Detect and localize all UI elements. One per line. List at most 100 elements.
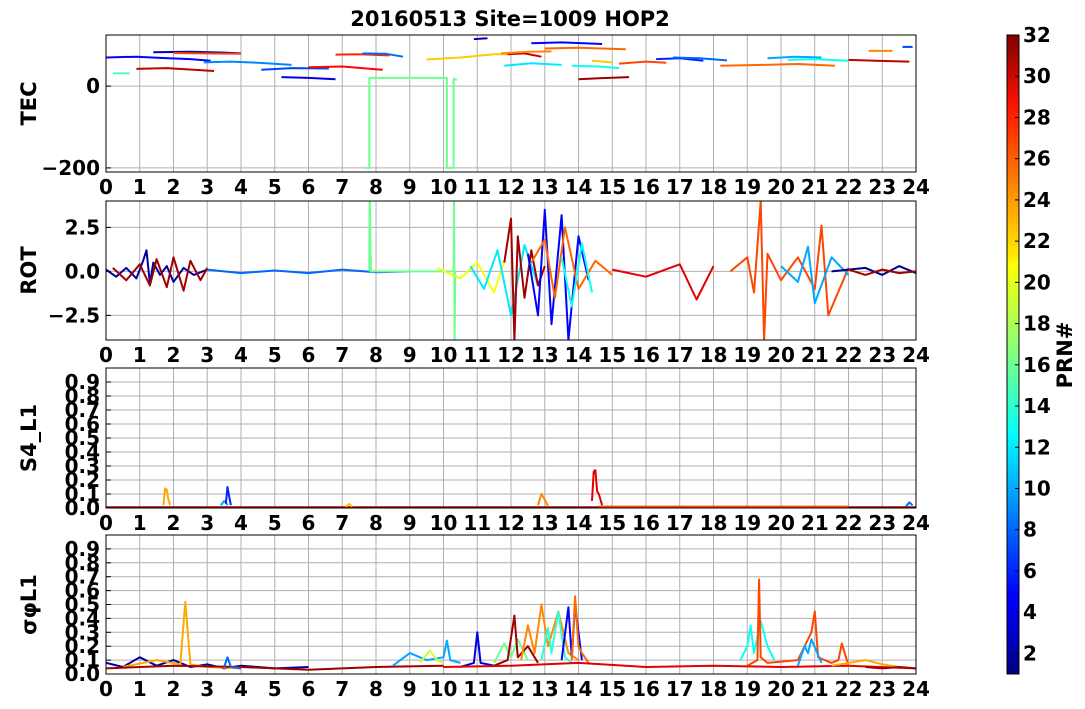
x-tick-label: 6 [302, 175, 316, 199]
series-prn-31 [865, 666, 916, 670]
x-tick-label: 21 [801, 677, 829, 701]
x-tick-label: 17 [666, 677, 694, 701]
x-tick-label: 6 [302, 343, 316, 367]
x-tick-label: 20 [767, 175, 795, 199]
x-tick-label: 0 [99, 511, 113, 535]
x-tick-label: 13 [531, 511, 559, 535]
x-tick-label: 15 [598, 511, 626, 535]
x-tick-label: 10 [430, 175, 458, 199]
colorbar-tick-label: 30 [1023, 64, 1051, 88]
x-tick-label: 12 [497, 511, 525, 535]
y-axis-label: S4_L1 [17, 404, 41, 472]
x-tick-label: 15 [598, 175, 626, 199]
panels: 0 1 2 3 4 5 6 7 8 9 10 11 12 13 14 15 16 17 18 19 20 21 22 23 24… [17, 34, 930, 701]
x-tick-label: 20 [767, 677, 795, 701]
x-tick-label: 23 [868, 175, 896, 199]
x-tick-label: 0 [99, 677, 113, 701]
x-tick-label: 12 [497, 677, 525, 701]
y-tick-label: −2.5 [48, 303, 100, 327]
x-tick-label: 9 [403, 343, 417, 367]
x-tick-label: 16 [632, 511, 660, 535]
y-tick-label: 0.0 [65, 259, 100, 283]
x-tick-label: 9 [403, 511, 417, 535]
x-tick-label: 10 [430, 511, 458, 535]
x-tick-label: 7 [335, 175, 349, 199]
x-tick-label: 1 [133, 677, 147, 701]
x-tick-label: 24 [902, 343, 930, 367]
x-tick-label: 2 [167, 343, 181, 367]
colorbar: 2468101214161820222426283032 PRN# [1006, 23, 1077, 675]
x-tick-label: 9 [403, 175, 417, 199]
x-tick-label: 19 [733, 511, 761, 535]
x-tick-label: 10 [430, 677, 458, 701]
x-tick-label: 23 [868, 343, 896, 367]
x-tick-label: 21 [801, 175, 829, 199]
x-tick-label: 3 [200, 175, 214, 199]
figure-canvas: 20160513 Site=1009 HOP2 0 1 2 3 4 5 6 7 8 9 10 11 12… [17, 7, 1077, 701]
x-tick-label: 11 [463, 511, 491, 535]
colorbar-tick-label: 12 [1023, 435, 1051, 459]
x-tick-label: 14 [565, 175, 593, 199]
x-tick-label: 2 [167, 175, 181, 199]
x-tick-label: 0 [99, 343, 113, 367]
y-axis-label: ROT [17, 246, 41, 295]
y-tick-label: 0.0 [65, 496, 100, 520]
x-tick-label: 4 [234, 511, 248, 535]
x-tick-label: 6 [302, 677, 316, 701]
y-tick-label: 0 [86, 74, 100, 98]
colorbar-tick-label: 4 [1023, 600, 1037, 624]
x-tick-label: 19 [733, 175, 761, 199]
x-tick-label: 13 [531, 343, 559, 367]
x-tick-label: 3 [200, 343, 214, 367]
x-tick-label: 18 [700, 677, 728, 701]
x-tick-label: 5 [268, 677, 282, 701]
x-tick-label: 12 [497, 175, 525, 199]
x-tick-label: 23 [868, 677, 896, 701]
panel-4: 0 1 2 3 4 5 6 7 8 9 10 11 12 13 14 15 16 17 18 19 20 21 22 23 24… [17, 534, 930, 701]
colorbar-label: PRN# [1053, 322, 1077, 389]
x-tick-label: 24 [902, 677, 930, 701]
x-tick-label: 5 [268, 511, 282, 535]
x-tick-label: 7 [335, 343, 349, 367]
x-tick-label: 22 [835, 343, 863, 367]
colorbar-tick-label: 16 [1023, 353, 1051, 377]
x-tick-label: 7 [335, 677, 349, 701]
series-prn-26 [173, 52, 242, 55]
x-tick-label: 21 [801, 343, 829, 367]
x-tick-label: 24 [902, 511, 930, 535]
x-tick-label: 3 [200, 511, 214, 535]
x-tick-label: 12 [497, 343, 525, 367]
panel-2: 0 1 2 3 4 5 6 7 8 9 10 11 12 13 14 15 16 17 18 19 20 21 22 23 24… [17, 200, 930, 367]
x-tick-label: 21 [801, 511, 829, 535]
x-tick-label: 1 [133, 511, 147, 535]
x-tick-label: 9 [403, 677, 417, 701]
x-tick-label: 4 [234, 175, 248, 199]
x-tick-label: 4 [234, 677, 248, 701]
x-tick-label: 16 [632, 343, 660, 367]
x-tick-label: 18 [700, 175, 728, 199]
x-tick-label: 22 [835, 175, 863, 199]
x-tick-label: 17 [666, 511, 694, 535]
x-tick-label: 10 [430, 343, 458, 367]
y-axis-label: σφL1 [17, 574, 41, 635]
x-tick-label: 15 [598, 343, 626, 367]
x-tick-label: 23 [868, 511, 896, 535]
colorbar-ticks: 2468101214161820222426283032 [1015, 23, 1051, 665]
x-tick-label: 11 [463, 343, 491, 367]
x-tick-label: 8 [369, 677, 383, 701]
x-tick-label: 22 [835, 677, 863, 701]
colorbar-tick-label: 18 [1023, 312, 1051, 336]
x-tick-label: 8 [369, 175, 383, 199]
y-tick-label: −200 [41, 156, 100, 180]
x-tick-label: 14 [565, 511, 593, 535]
panel-1: 0 1 2 3 4 5 6 7 8 9 10 11 12 13 14 15 16 17 18 19 20 21 22 23 24… [17, 34, 930, 199]
x-tick-label: 17 [666, 343, 694, 367]
colorbar-tick-label: 2 [1023, 641, 1037, 665]
colorbar-tick-label: 22 [1023, 229, 1051, 253]
colorbar-tick-label: 10 [1023, 476, 1051, 500]
x-tick-label: 11 [463, 175, 491, 199]
x-tick-label: 5 [268, 175, 282, 199]
x-tick-label: 11 [463, 677, 491, 701]
x-tick-label: 13 [531, 677, 559, 701]
x-tick-label: 17 [666, 175, 694, 199]
